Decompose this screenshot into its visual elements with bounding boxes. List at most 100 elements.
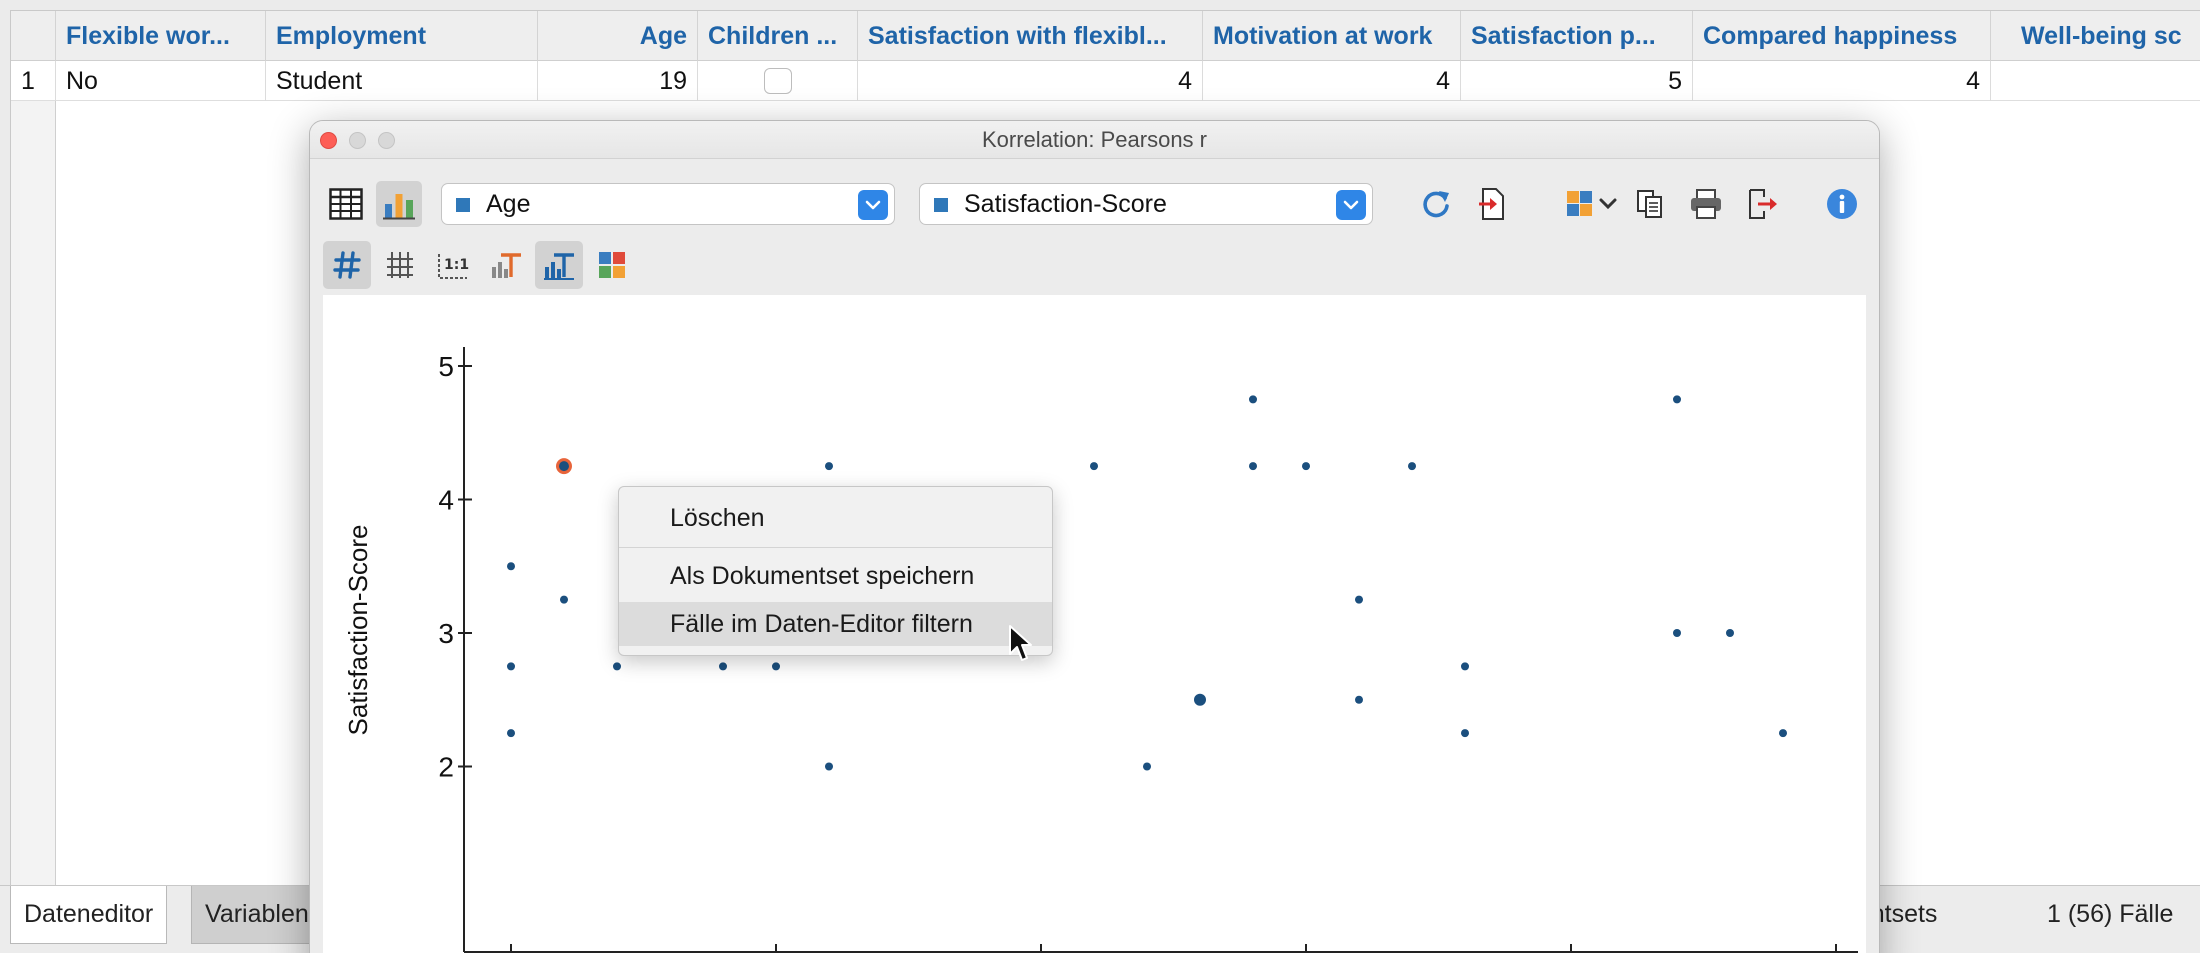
chevron-down-icon[interactable] <box>858 190 888 220</box>
grid-lines-button[interactable] <box>376 241 424 289</box>
selected-data-point[interactable] <box>556 458 572 475</box>
menu-separator <box>619 547 1052 548</box>
exit-icon <box>1749 189 1777 219</box>
correlation-window: Korrelation: Pearsons r Age Satisfaction… <box>309 120 1880 953</box>
export-button[interactable] <box>1470 181 1514 227</box>
copy-icon <box>1637 190 1662 218</box>
data-point[interactable] <box>1249 395 1257 404</box>
label-bold-icon <box>544 253 574 280</box>
data-point[interactable] <box>1673 395 1681 404</box>
menu-item-delete[interactable]: Löschen <box>619 496 1052 540</box>
column-header-employment[interactable]: Employment <box>266 11 538 61</box>
y-axis-label: Satisfaction-Score <box>343 525 373 736</box>
cell-children[interactable] <box>698 61 858 101</box>
chevron-down-icon[interactable] <box>1336 190 1366 220</box>
exit-button[interactable] <box>1740 181 1784 227</box>
column-header-motivation[interactable]: Motivation at work <box>1203 11 1461 61</box>
x-variable-color-icon <box>456 198 470 212</box>
show-values-button[interactable] <box>323 241 371 289</box>
refresh-button[interactable] <box>1414 181 1458 227</box>
column-header-age[interactable]: Age <box>538 11 698 61</box>
row-number-header <box>11 11 56 61</box>
grid-icon <box>387 252 413 278</box>
data-point[interactable] <box>560 595 568 604</box>
column-header-satisfaction-flex[interactable]: Satisfaction with flexibl... <box>858 11 1203 61</box>
data-point[interactable] <box>1779 729 1787 738</box>
column-header-satisfaction-p[interactable]: Satisfaction p... <box>1461 11 1693 61</box>
y-tick-label: 4 <box>438 485 454 516</box>
mouse-pointer-icon <box>1009 625 1032 661</box>
y-tick-label: 3 <box>438 618 454 649</box>
scatter-plot-area[interactable]: Satisfaction-Score 2 3 4 5 <box>323 295 1866 953</box>
chart-view-button[interactable] <box>376 181 422 227</box>
column-header-children[interactable]: Children ... <box>698 11 858 61</box>
cell-satisfaction-p[interactable]: 5 <box>1461 61 1693 101</box>
cell-motivation[interactable]: 4 <box>1203 61 1461 101</box>
data-point[interactable] <box>1355 695 1363 704</box>
label-icon <box>492 253 521 278</box>
children-checkbox[interactable] <box>763 68 792 94</box>
ratio-icon: 1:1 <box>438 254 469 279</box>
y-variable-label: Satisfaction-Score <box>964 190 1167 218</box>
cell-compared-happiness[interactable]: 4 <box>1693 61 1991 101</box>
export-icon <box>1479 188 1504 220</box>
data-point[interactable] <box>1090 462 1098 471</box>
data-point[interactable] <box>1249 462 1257 471</box>
data-point[interactable] <box>613 662 621 671</box>
data-point[interactable] <box>1302 462 1310 471</box>
data-point[interactable] <box>1461 729 1469 738</box>
app-root: Flexible wor... Employment Age Children … <box>0 0 2200 953</box>
data-point[interactable] <box>1673 629 1681 637</box>
cell-age[interactable]: 19 <box>538 61 698 101</box>
print-icon <box>1691 189 1721 219</box>
row-number: 1 <box>11 61 56 101</box>
svg-text:1:1: 1:1 <box>444 257 469 273</box>
data-point[interactable] <box>507 729 515 738</box>
title-button[interactable] <box>535 241 583 289</box>
data-point[interactable] <box>719 662 727 671</box>
cell-satisfaction-flex[interactable]: 4 <box>858 61 1203 101</box>
column-header-flexible[interactable]: Flexible wor... <box>56 11 266 61</box>
tab-dateneditor[interactable]: Dateneditor <box>10 886 168 944</box>
color-squares-icon <box>599 252 625 278</box>
data-point[interactable] <box>825 762 833 771</box>
data-point[interactable] <box>1355 595 1363 604</box>
data-point[interactable] <box>1461 662 1469 671</box>
cases-count: 1 (56) Fälle <box>2047 900 2174 928</box>
column-header-wellbeing[interactable]: Well-being sc <box>1991 11 2200 61</box>
cell-employment[interactable]: Student <box>266 61 538 101</box>
table-view-button[interactable] <box>323 181 369 227</box>
x-variable-select[interactable]: Age <box>441 183 895 225</box>
window-title: Korrelation: Pearsons r <box>982 127 1207 152</box>
axis-labels-button[interactable] <box>482 241 530 289</box>
data-point[interactable] <box>1726 629 1734 637</box>
hash-icon <box>333 251 361 279</box>
data-point[interactable] <box>1194 693 1206 706</box>
cell-flexible[interactable]: No <box>56 61 266 101</box>
diagonal-line-button[interactable]: 1:1 <box>429 241 477 289</box>
scatter-chart[interactable]: Satisfaction-Score 2 3 4 5 <box>323 295 1866 953</box>
y-tick-label: 2 <box>438 752 454 783</box>
data-point[interactable] <box>825 462 833 471</box>
window-titlebar[interactable]: Korrelation: Pearsons r <box>310 121 1879 159</box>
tab-variablen[interactable]: Variablen <box>191 886 321 944</box>
info-button[interactable] <box>1820 181 1864 227</box>
data-point[interactable] <box>1143 762 1151 771</box>
context-menu: Löschen Als Dokumentset speichern Fälle … <box>618 486 1053 656</box>
colors-button[interactable] <box>588 241 636 289</box>
y-variable-select[interactable]: Satisfaction-Score <box>919 183 1373 225</box>
cell-wellbeing[interactable] <box>1991 61 2200 101</box>
data-point[interactable] <box>1408 462 1416 471</box>
copy-button[interactable] <box>1628 181 1672 227</box>
menu-item-filter-cases[interactable]: Fälle im Daten-Editor filtern <box>619 602 1052 646</box>
table-row[interactable]: 1 No Student 19 4 4 5 4 <box>11 61 2200 101</box>
table-view-icon <box>329 188 363 220</box>
data-point[interactable] <box>507 562 515 571</box>
mixed-methods-button[interactable] <box>1563 181 1623 227</box>
print-button[interactable] <box>1684 181 1728 227</box>
menu-item-save-documentset[interactable]: Als Dokumentset speichern <box>619 554 1052 598</box>
data-point[interactable] <box>507 662 515 671</box>
refresh-icon <box>1423 191 1449 218</box>
data-point[interactable] <box>772 662 780 671</box>
column-header-compared-happiness[interactable]: Compared happiness <box>1693 11 1991 61</box>
